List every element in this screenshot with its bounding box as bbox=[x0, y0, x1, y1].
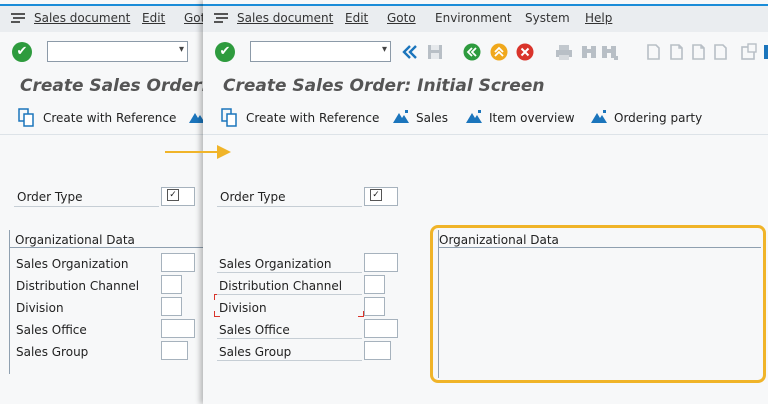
order-type-field[interactable]: ✓ bbox=[364, 187, 398, 206]
divider bbox=[217, 206, 362, 207]
create-with-reference-label: Create with Reference bbox=[43, 111, 177, 125]
order-type-label: Order Type bbox=[17, 190, 83, 204]
back-icon[interactable] bbox=[400, 43, 418, 61]
menu-sales-document[interactable]: Sales document bbox=[34, 11, 130, 25]
sales-group-label: Sales Group bbox=[16, 345, 89, 359]
order-type-field[interactable]: ✓ bbox=[161, 187, 195, 206]
application-toolbar: Create with Reference bbox=[0, 102, 210, 135]
create-reference-icon bbox=[221, 108, 237, 127]
print-icon[interactable] bbox=[555, 43, 573, 61]
prev-page-icon[interactable] bbox=[667, 43, 685, 61]
org-data-header: Organizational Data bbox=[10, 233, 210, 248]
sales-label: Sales bbox=[416, 111, 448, 125]
page-title: Create Sales Order: Initial Screen bbox=[223, 76, 545, 96]
ok-icon[interactable]: ✔ bbox=[12, 42, 32, 62]
divider bbox=[14, 206, 159, 207]
system-toolbar: ✔ ▾ bbox=[203, 36, 768, 68]
item-overview-label: Item overview bbox=[489, 111, 575, 125]
mountain-icon bbox=[591, 110, 607, 123]
menu-help[interactable]: Help bbox=[585, 11, 612, 25]
command-field[interactable]: ▾ bbox=[47, 41, 188, 62]
divider bbox=[217, 272, 362, 273]
sales-office-label: Sales Office bbox=[219, 323, 290, 337]
command-field[interactable]: ▾ bbox=[250, 41, 391, 62]
system-toolbar: ✔ ▾ bbox=[0, 36, 210, 68]
mountain-icon bbox=[393, 110, 409, 123]
menu-sales-document[interactable]: Sales document bbox=[237, 11, 333, 25]
sales-org-label: Sales Organization bbox=[16, 257, 129, 271]
exit-icon[interactable] bbox=[463, 43, 481, 61]
dist-channel-field[interactable] bbox=[161, 275, 182, 294]
ok-icon[interactable]: ✔ bbox=[215, 42, 235, 62]
find-icon[interactable] bbox=[580, 43, 598, 61]
sales-office-label: Sales Office bbox=[16, 323, 87, 337]
sales-org-field[interactable] bbox=[161, 253, 195, 272]
division-field[interactable] bbox=[161, 297, 182, 316]
menu-edit[interactable]: Edit bbox=[345, 11, 368, 25]
new-session-icon[interactable] bbox=[740, 43, 758, 61]
org-data-panel-header: Organizational Data bbox=[439, 233, 761, 248]
help-icon[interactable] bbox=[762, 43, 768, 61]
first-page-icon[interactable] bbox=[644, 43, 662, 61]
menu-icon[interactable] bbox=[11, 13, 25, 24]
mountain-icon bbox=[466, 110, 482, 123]
division-field[interactable] bbox=[364, 297, 385, 316]
menu-bar: Sales document Edit Got bbox=[0, 4, 210, 32]
sales-org-label: Sales Organization bbox=[219, 257, 332, 271]
divider bbox=[217, 360, 362, 361]
sales-office-field[interactable] bbox=[364, 319, 398, 338]
command-input[interactable] bbox=[253, 43, 375, 62]
dist-channel-label: Distribution Channel bbox=[16, 279, 140, 293]
group-border bbox=[9, 230, 10, 374]
create-reference-icon bbox=[18, 108, 34, 127]
item-overview-button[interactable]: Item overview bbox=[465, 110, 575, 128]
ordering-party-label: Ordering party bbox=[614, 111, 703, 125]
dist-channel-field[interactable] bbox=[364, 275, 385, 294]
sales-group-field[interactable] bbox=[161, 341, 188, 360]
ordering-party-button[interactable]: Ordering party bbox=[590, 110, 703, 128]
sales-office-field[interactable] bbox=[161, 319, 195, 338]
menu-goto[interactable]: Goto bbox=[387, 11, 416, 25]
dist-channel-label: Distribution Channel bbox=[219, 279, 343, 293]
group-border bbox=[438, 230, 439, 378]
annotation-arrow-icon bbox=[165, 145, 231, 159]
menu-system[interactable]: System bbox=[525, 11, 570, 25]
menu-icon[interactable] bbox=[214, 13, 228, 24]
cancel-icon[interactable] bbox=[516, 43, 534, 61]
menu-edit[interactable]: Edit bbox=[142, 11, 165, 25]
background-window: Sales document Edit Got ✔ ▾ Create Sales… bbox=[0, 0, 210, 404]
save-icon[interactable] bbox=[426, 43, 444, 61]
page-title: Create Sales Order: In bbox=[20, 76, 210, 96]
sales-org-field[interactable] bbox=[364, 253, 398, 272]
divider bbox=[217, 294, 362, 295]
menu-environment[interactable]: Environment bbox=[435, 11, 512, 25]
divider bbox=[217, 338, 362, 339]
create-with-reference-label: Create with Reference bbox=[246, 111, 380, 125]
division-label: Division bbox=[16, 301, 64, 315]
create-with-reference-button[interactable]: Create with Reference bbox=[18, 108, 178, 128]
application-toolbar: Create with Reference Sales Item overvie… bbox=[203, 102, 768, 135]
up-icon[interactable] bbox=[490, 43, 508, 61]
search-help-icon[interactable]: ✓ bbox=[370, 189, 382, 201]
sales-group-field[interactable] bbox=[364, 341, 391, 360]
last-page-icon[interactable] bbox=[711, 43, 729, 61]
dropdown-icon[interactable]: ▾ bbox=[382, 44, 387, 55]
create-with-reference-button[interactable]: Create with Reference bbox=[221, 108, 380, 128]
find-next-icon[interactable] bbox=[600, 43, 618, 61]
highlight-frame: Organizational Data bbox=[430, 225, 766, 383]
sales-button[interactable]: Sales bbox=[392, 110, 448, 128]
menu-bar: Sales document Edit Goto Environment Sys… bbox=[203, 4, 768, 32]
dropdown-icon[interactable]: ▾ bbox=[179, 44, 184, 55]
order-type-label: Order Type bbox=[220, 190, 286, 204]
required-marker bbox=[214, 311, 220, 317]
division-label: Division bbox=[219, 301, 267, 315]
next-page-icon[interactable] bbox=[689, 43, 707, 61]
command-input[interactable] bbox=[50, 43, 172, 62]
sales-group-label: Sales Group bbox=[219, 345, 292, 359]
search-help-icon[interactable]: ✓ bbox=[167, 189, 179, 201]
